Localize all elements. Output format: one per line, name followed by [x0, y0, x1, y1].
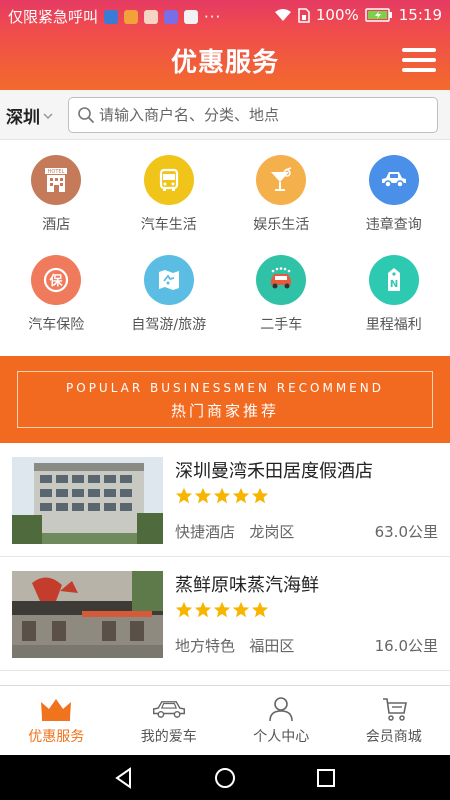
- star-icon: [232, 601, 250, 618]
- search-box[interactable]: [68, 97, 438, 133]
- category-entertainment[interactable]: 娱乐生活: [225, 155, 338, 255]
- city-name: 深圳: [6, 108, 40, 128]
- system-nav-bar: [0, 755, 450, 800]
- bus-icon: [143, 155, 194, 205]
- category-label: 娱乐生活: [253, 217, 310, 233]
- chevron-down-icon: [43, 112, 53, 119]
- usb-icon: [104, 9, 119, 24]
- category-hotel[interactable]: HOTEL 酒店: [0, 155, 113, 255]
- shop-category: 快捷酒店: [175, 523, 236, 541]
- shop-meta: 地方特色 福田区: [175, 635, 294, 656]
- shop-photo: [12, 457, 163, 544]
- star-icon: [175, 601, 193, 618]
- category-label: 里程福利: [365, 317, 422, 333]
- person-icon: [269, 697, 294, 722]
- search-icon: [78, 107, 94, 123]
- used-car-icon: [256, 255, 307, 305]
- nav-label: 会员商城: [365, 729, 422, 745]
- star-icon: [251, 487, 269, 504]
- map-icon: [143, 255, 194, 305]
- category-violation-check[interactable]: 违章查询: [338, 155, 450, 255]
- category-car-life[interactable]: 汽车生活: [113, 155, 226, 255]
- star-icon: [232, 487, 250, 504]
- star-icon: [194, 487, 212, 504]
- star-icon: [175, 487, 193, 504]
- battery-percent: 100%: [315, 6, 359, 24]
- car-outline-icon: [152, 701, 185, 718]
- rating-stars: [175, 487, 269, 505]
- tag-icon: N: [368, 255, 419, 305]
- weibo-icon: [144, 9, 159, 24]
- category-label: 酒店: [42, 217, 71, 233]
- news-icon: [184, 9, 199, 24]
- star-icon: [213, 601, 231, 618]
- hamburger-icon[interactable]: [402, 48, 436, 74]
- tab-my-car[interactable]: 我的爱车: [113, 686, 226, 755]
- shop-list: 深圳曼湾禾田居度假酒店 快捷酒店 龙岗区 63.0公里 蒸鲜原味蒸汽海鲜 地方特…: [0, 443, 450, 685]
- city-selector[interactable]: 深圳: [6, 103, 54, 128]
- tab-discount-services[interactable]: 优惠服务: [0, 686, 113, 755]
- status-bar: 仅限紧急呼叫 ··· 100% 15:19: [0, 0, 450, 32]
- app-notification-icon: [124, 9, 139, 24]
- list-item[interactable]: 深圳曼湾禾田居度假酒店 快捷酒店 龙岗区 63.0公里: [0, 443, 450, 557]
- recommend-banner: POPULAR BUSINESSMEN RECOMMEND 热门商家推荐: [0, 356, 450, 443]
- star-icon: [194, 601, 212, 618]
- category-label: 汽车保险: [28, 317, 85, 333]
- list-item[interactable]: 蒸鲜原味蒸汽海鲜 地方特色 福田区 16.0公里: [0, 557, 450, 671]
- hotel-icon: HOTEL: [31, 155, 82, 205]
- shop-name: 深圳曼湾禾田居度假酒店: [175, 461, 373, 482]
- top-bar: 仅限紧急呼叫 ··· 100% 15:19 优惠服务: [0, 0, 450, 90]
- shop-meta: 快捷酒店 龙岗区: [175, 521, 294, 542]
- page-title: 优惠服务: [170, 48, 279, 78]
- category-used-car[interactable]: 二手车: [225, 255, 338, 355]
- category-label: 违章查询: [365, 217, 422, 233]
- back-icon[interactable]: [112, 766, 136, 790]
- battery-icon: [365, 8, 393, 22]
- category-label: 自驾游/旅游: [131, 317, 207, 333]
- star-icon: [251, 601, 269, 618]
- shop-distance: 16.0公里: [374, 637, 438, 655]
- shop-distance: 63.0公里: [374, 523, 438, 541]
- home-icon[interactable]: [213, 766, 237, 790]
- category-self-drive-travel[interactable]: 自驾游/旅游: [113, 255, 226, 355]
- banner-title-en: POPULAR BUSINESSMEN RECOMMEND: [66, 381, 384, 395]
- car-icon: [368, 155, 419, 205]
- carrier-text: 仅限紧急呼叫: [8, 8, 99, 26]
- shop-category: 地方特色: [175, 637, 236, 655]
- wifi-icon: [274, 8, 292, 22]
- tab-member-mall[interactable]: 会员商城: [338, 686, 450, 755]
- recent-apps-icon[interactable]: [314, 766, 338, 790]
- rating-stars: [175, 601, 269, 619]
- crown-icon: [41, 699, 72, 721]
- message-icon: [164, 9, 179, 24]
- nav-label: 我的爱车: [140, 729, 197, 745]
- category-car-insurance[interactable]: 保 汽车保险: [0, 255, 113, 355]
- banner-frame: POPULAR BUSINESSMEN RECOMMEND 热门商家推荐: [17, 371, 433, 428]
- cart-icon: [382, 698, 407, 721]
- star-icon: [213, 487, 231, 504]
- banner-title-zh: 热门商家推荐: [170, 402, 279, 420]
- category-label: 汽车生活: [140, 217, 197, 233]
- nav-label: 优惠服务: [28, 729, 85, 745]
- sim-icon: [298, 7, 310, 23]
- shop-district: 福田区: [249, 637, 295, 655]
- svg-text:HOTEL: HOTEL: [48, 169, 65, 175]
- search-input[interactable]: [99, 103, 429, 127]
- cocktail-icon: [256, 155, 307, 205]
- shop-photo: [12, 571, 163, 658]
- insurance-icon: 保: [31, 255, 82, 305]
- svg-text:N: N: [390, 279, 398, 290]
- category-grid: HOTEL 酒店 汽车生活 娱乐生活 违章查询 保 汽车保险 自驾游/旅游 二手…: [0, 141, 450, 355]
- shop-name: 蒸鲜原味蒸汽海鲜: [175, 575, 319, 596]
- svg-text:保: 保: [49, 273, 64, 289]
- category-mileage-benefits[interactable]: N 里程福利: [338, 255, 450, 355]
- category-label: 二手车: [260, 317, 303, 333]
- clock: 15:19: [398, 6, 442, 24]
- tab-personal-center[interactable]: 个人中心: [225, 686, 338, 755]
- nav-label: 个人中心: [253, 729, 310, 745]
- shop-district: 龙岗区: [249, 523, 295, 541]
- bottom-nav: 优惠服务 我的爱车 个人中心 会员商城: [0, 685, 450, 755]
- search-row: 深圳: [0, 90, 450, 140]
- more-notifications-icon: ···: [204, 7, 222, 26]
